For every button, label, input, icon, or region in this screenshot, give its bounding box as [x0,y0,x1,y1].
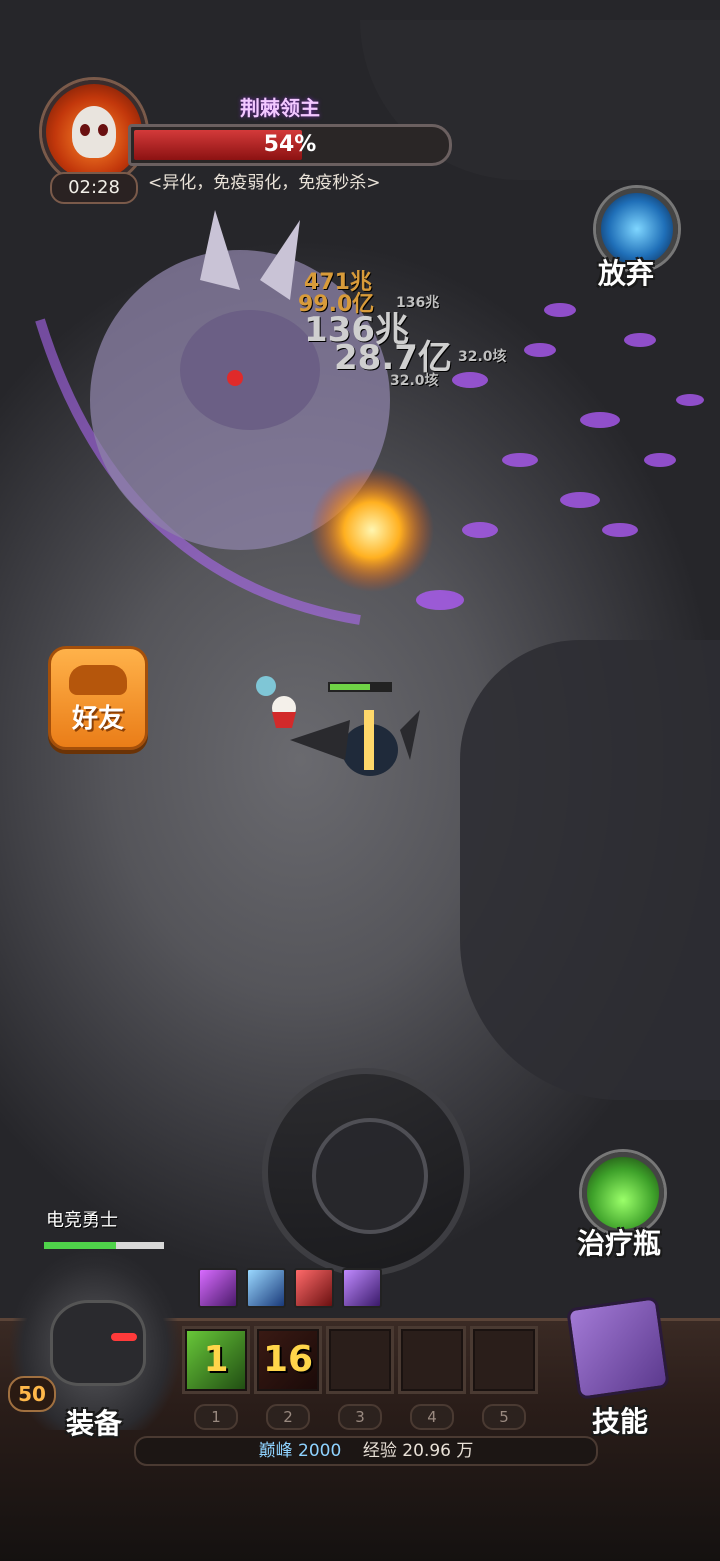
buff-fire-icon [294,1268,334,1308]
slot-number: 2 [266,1404,310,1430]
equipment-label[interactable]: 装备 [66,1402,122,1442]
skill-slot-2[interactable]: 16 [254,1326,322,1394]
skill-slot-value: 1 [203,1339,229,1380]
helmet-icon [50,1300,146,1386]
experience-value: 经验 20.96 万 [362,1441,474,1461]
peak-level: 巅峰 2000 [258,1441,342,1461]
skill-slot-4[interactable] [398,1326,466,1394]
skill-slot-value: 16 [262,1339,314,1380]
player-hp-bar [44,1242,164,1249]
slot-number: 1 [194,1404,238,1430]
boss-timer: 02:28 [50,172,138,204]
game-scene: 471兆 99.0亿 136兆 136兆 28.7亿 32.0垓 32.0垓 0… [0,0,720,1561]
buff-slash-icon [198,1268,238,1308]
skill-slot-5[interactable] [470,1326,538,1394]
slot-number: 4 [410,1404,454,1430]
eye-glow [111,1333,137,1341]
player-name: 电竞勇士 [46,1210,118,1231]
joystick-knob[interactable] [312,1118,428,1234]
damage-number: 32.0垓 [390,373,439,389]
player-level: 50 [8,1376,56,1412]
skull-icon [72,106,116,158]
boss-hp-bar: 54% [128,124,452,166]
experience-bar: 巅峰 2000 经验 20.96 万 [134,1436,598,1466]
friends-label: 好友 [71,704,124,734]
friends-button[interactable]: 好友 [48,646,148,750]
slot-number: 3 [338,1404,382,1430]
dark-fog-right [460,640,720,1100]
skill-book-icon[interactable] [566,1296,670,1400]
skill-slot-3[interactable] [326,1326,394,1394]
boss-hp-percent: 54% [263,132,317,157]
slot-number: 5 [482,1404,526,1430]
damage-number: 32.0垓 [458,349,507,365]
virtual-joystick[interactable] [262,1068,470,1276]
give-up-label: 放弃 [598,257,655,290]
player-hp-fill [44,1242,116,1249]
skills-label[interactable]: 技能 [592,1400,648,1440]
boss-name: 荆棘领主 [240,96,320,120]
buff-lightning-icon [246,1268,286,1308]
cloud-icon [69,665,127,695]
pet-companion [256,676,296,728]
experience-text: 巅峰 2000 经验 20.96 万 [136,1438,596,1464]
skill-slot-1[interactable]: 1 [182,1326,250,1394]
buff-heart-icon [342,1268,382,1308]
heal-potion-label: 治疗瓶 [577,1227,662,1260]
boss-traits: <异化，免疫弱化，免疫秒杀> [148,173,381,193]
